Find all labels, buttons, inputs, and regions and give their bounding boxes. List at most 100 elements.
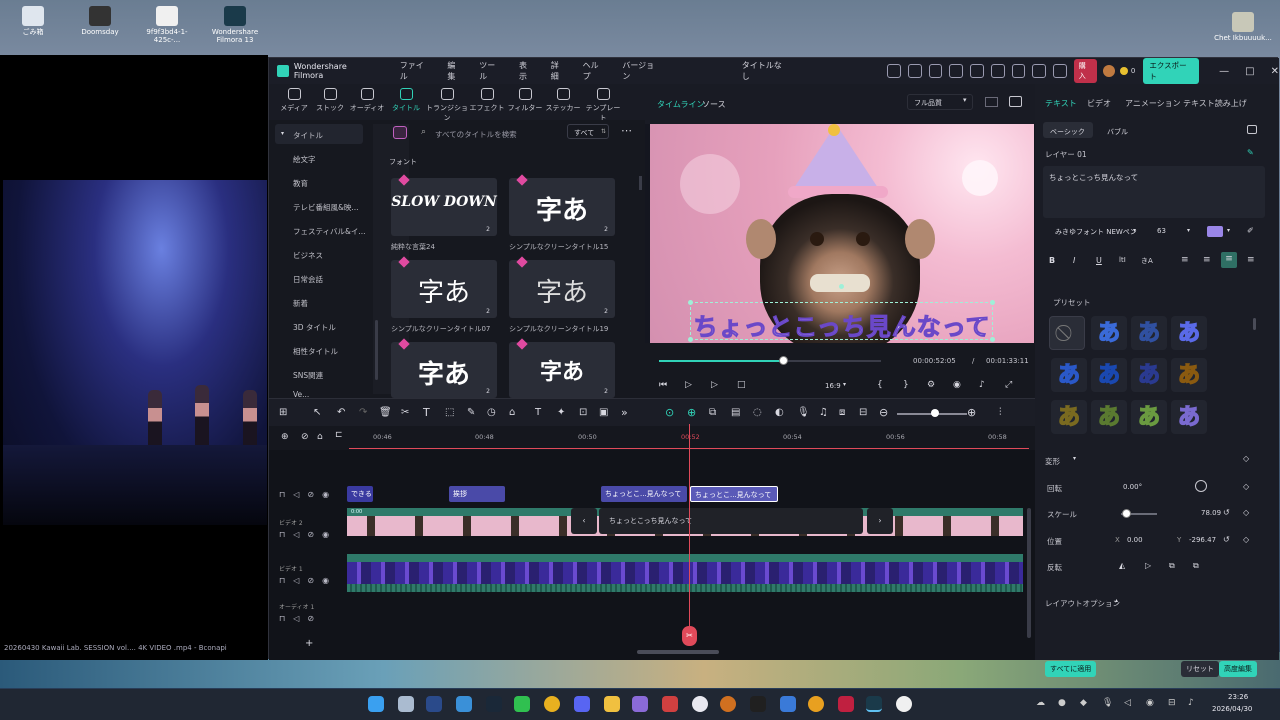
menu-version[interactable]: バージョン [622,60,661,82]
step-play-icon[interactable]: ▷ [685,380,692,390]
image-icon[interactable]: ▤ [731,407,740,418]
tray-app-icon[interactable]: ◆ [1080,698,1087,708]
preset-green[interactable]: あ [1131,400,1167,434]
preset-scrollbar[interactable] [1253,318,1256,330]
title-clip-selected[interactable]: ちょっとこ...見んなって [690,486,778,502]
category-title[interactable]: タイトル [293,130,323,141]
link-icon[interactable]: ⊘ [307,530,314,539]
align-justify-icon[interactable]: ≡ [1221,252,1237,268]
chrome-icon[interactable] [544,696,560,712]
freeze-icon[interactable]: ⊡ [579,407,587,418]
video1-clip-header[interactable] [347,554,1023,562]
timeline-tracks[interactable]: ⊓ ◁ ⊘ ◉ できる 挨拶 ちょっとこ...見んなって ちょっとこ...見んなって … [269,424,1035,660]
lips-app-icon[interactable] [662,696,678,712]
gift-icon[interactable] [887,64,901,78]
category-scrollbar[interactable] [375,320,378,380]
prev-edit-icon[interactable]: ‹ [571,508,597,534]
menu-edit[interactable]: 編集 [447,60,463,82]
position-x[interactable]: 0.00 [1127,536,1143,544]
menu-file[interactable]: ファイル [400,60,432,82]
eyedropper-icon[interactable]: ✐ [1247,226,1254,235]
lock-icon[interactable]: ⊓ [279,530,285,539]
favorite-filter-icon[interactable] [393,126,407,139]
playhead-scissors-icon[interactable]: ✂ [682,626,697,646]
preset-dark-blue[interactable]: あ [1131,358,1167,392]
preset-purple[interactable]: あ [1171,400,1207,434]
tab-animation[interactable]: アニメーション [1125,98,1181,109]
title-clip[interactable]: できる [347,486,373,502]
rotation-value[interactable]: 0.00° [1123,483,1142,491]
fullscreen-icon[interactable]: ⤢ [1005,380,1012,390]
buy-button[interactable]: 購入 [1073,59,1098,83]
inline-text-value[interactable]: ちょっとこっち見んなって [609,516,692,526]
task-view-icon[interactable] [398,696,414,712]
keyframe-icon[interactable]: ◇ [1243,482,1249,491]
frame-icon[interactable]: ▣ [599,407,608,418]
util-app-icon[interactable] [808,696,824,712]
category-compat[interactable]: 相性タイトル [293,346,338,357]
position-y[interactable]: -296.47 [1189,536,1216,544]
volume-icon[interactable]: ♪ [979,380,985,390]
discord-icon[interactable] [574,696,590,712]
microphone-icon[interactable]: 🎙 [1102,698,1113,708]
chat-app-icon[interactable] [692,696,708,712]
ai-text-icon[interactable]: T [535,407,541,418]
category-emoji[interactable]: 絵文字 [293,154,316,165]
title-thumb[interactable]: 字あ 2 [391,256,497,318]
reset-icon[interactable]: ↺ [1223,508,1230,517]
tab-text[interactable]: テキスト [1045,98,1077,109]
clock-date[interactable]: 2026/04/30 [1212,705,1252,713]
mark-in-icon[interactable]: { [877,380,883,390]
rotate-handle[interactable] [839,284,844,289]
speaker-icon[interactable]: ◁ [293,490,299,499]
grid-icon[interactable] [1032,64,1046,78]
export-button[interactable]: エクスポート [1143,58,1200,84]
category-festival[interactable]: フェスティバル&イ... [293,226,366,237]
media-app-icon[interactable] [750,696,766,712]
crop-icon[interactable]: ⬚ [445,407,454,418]
timeline-ruler[interactable]: ⊕ ⊘ ⌂ ⊏ 00:46 00:48 00:50 00:52 00:54 00… [269,426,1035,450]
toolbar-filter[interactable]: フィルター [506,88,544,113]
underline-button[interactable]: U [1096,256,1102,265]
menu-view[interactable]: 表示 [519,60,535,82]
more-tools-icon[interactable]: » [621,406,628,419]
toolbar-stock[interactable]: ストック [311,88,349,113]
fit-icon[interactable]: ⊟ [859,407,867,418]
category-daily[interactable]: 日常会話 [293,274,323,285]
selection-handle[interactable] [688,300,693,305]
snap-icon[interactable]: ⊙ [665,406,674,419]
windows-start-icon[interactable] [368,696,384,712]
speaker-icon[interactable]: ◁ [293,576,299,585]
pip-icon[interactable]: ⧈ [839,407,845,418]
align-left-icon[interactable]: ≡ [1181,255,1189,265]
snapshot-icon[interactable] [1009,96,1022,107]
category-more[interactable]: Ve... [293,390,309,398]
progress-knob[interactable] [779,356,789,365]
scale-slider-knob[interactable] [1122,509,1131,518]
play-icon[interactable]: ▷ [711,380,718,390]
toolbar-title[interactable]: タイトル [387,88,425,113]
clock-time[interactable]: 23:26 [1228,693,1248,701]
export-clip-icon[interactable]: ⧉ [709,407,716,418]
tab-source[interactable]: ソース [702,99,726,110]
monitor-app-icon[interactable] [426,696,442,712]
paint-icon[interactable]: ✎ [467,407,475,418]
vivaldi-icon[interactable] [838,696,854,712]
coin-app-icon[interactable] [720,696,736,712]
preset-navy[interactable]: あ [1131,316,1167,350]
flip-horizontal-icon[interactable]: ◭ [1119,561,1125,570]
zoom-out-icon[interactable]: ⊖ [879,406,888,419]
toolbar-media[interactable]: メディア [275,88,313,113]
save-preset-icon[interactable] [1247,125,1257,134]
steam-icon[interactable] [486,696,502,712]
title-clip[interactable]: ちょっとこ...見んなって [601,486,687,502]
title-thumb[interactable]: 字あ 2 [509,174,615,236]
font-size-dropdown[interactable]: 63 [1157,227,1166,235]
tray-app-icon[interactable]: ● [1058,698,1066,708]
stop-icon[interactable]: □ [737,380,746,390]
title-thumb[interactable]: 字あ 2 [391,338,497,398]
add-track-icon[interactable]: ⊕ [281,432,289,442]
timeline-h-scrollbar[interactable] [637,650,719,654]
minimize-icon[interactable]: — [1219,66,1229,77]
selection-handle[interactable] [990,300,995,305]
